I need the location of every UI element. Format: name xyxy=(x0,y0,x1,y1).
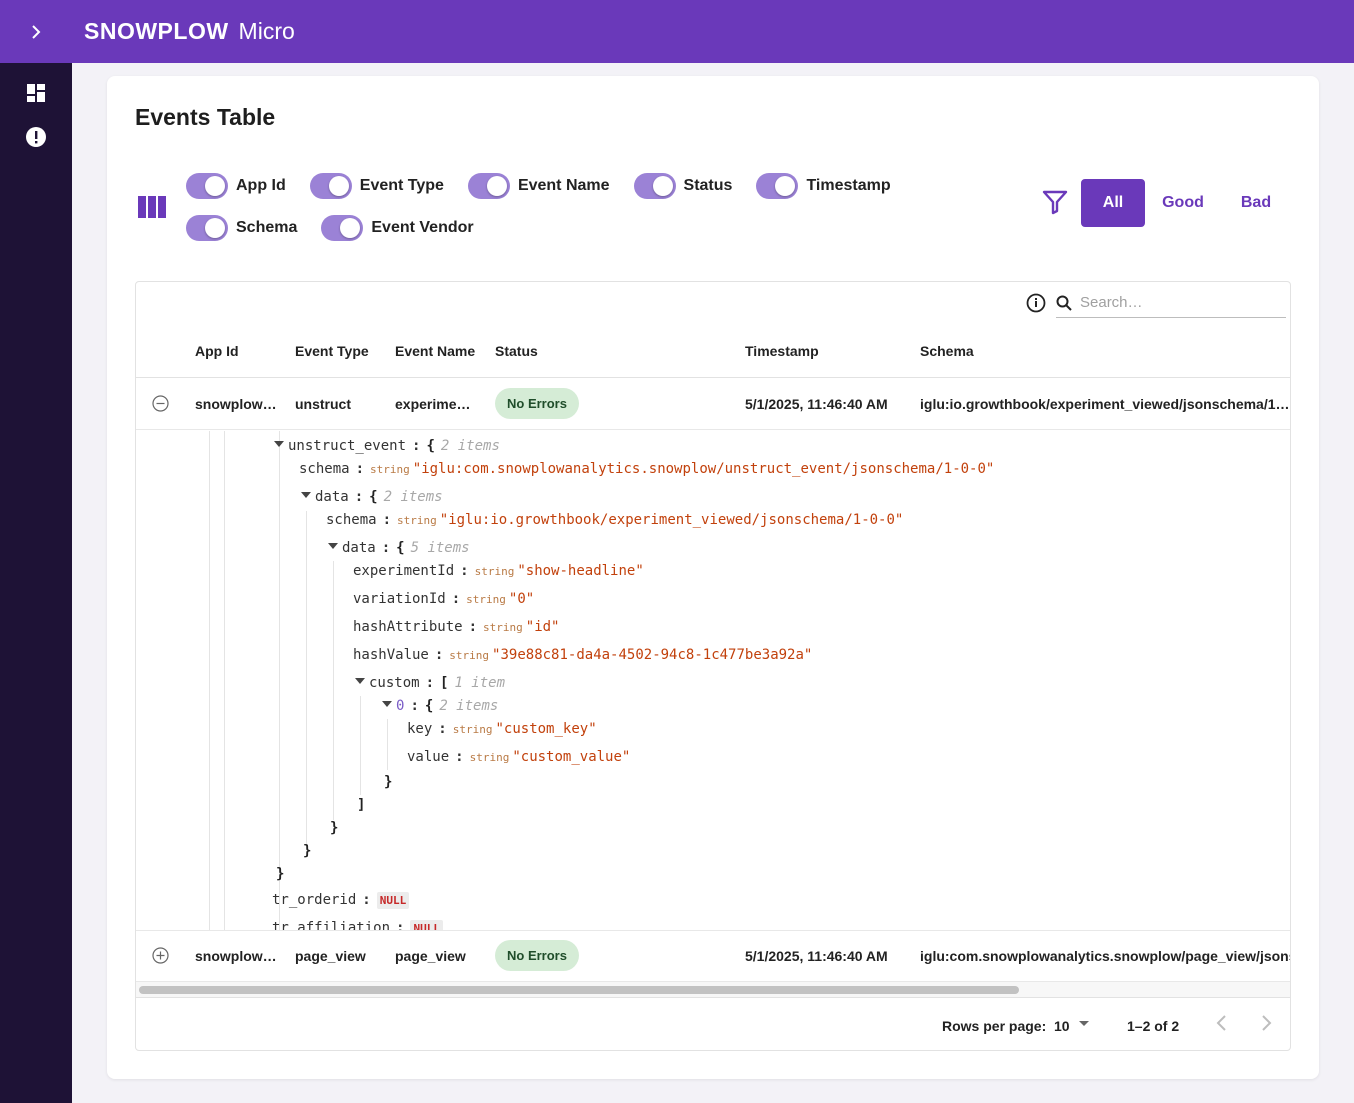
json-line-schema-outer: schema: string "iglu:com.snowplowanalytics… xyxy=(299,461,995,477)
cell-event-name: experimen… xyxy=(395,396,479,412)
info-button[interactable] xyxy=(1026,293,1046,318)
header-event-name[interactable]: Event Name xyxy=(395,343,475,359)
toggle-timestamp[interactable]: Timestamp xyxy=(756,173,891,199)
brand-logo: SNOWPLOW Micro xyxy=(84,18,295,45)
header-status[interactable]: Status xyxy=(495,343,538,359)
search-box xyxy=(1056,288,1286,318)
toggle-event-vendor[interactable]: Event Vendor xyxy=(321,215,474,241)
toggle-status[interactable]: Status xyxy=(633,173,732,199)
cell-event-type: page_view xyxy=(295,948,366,964)
header-timestamp[interactable]: Timestamp xyxy=(745,343,819,359)
json-line-hash-attribute: hashAttribute: string "id" xyxy=(353,619,560,635)
expand-row-button[interactable] xyxy=(152,947,169,967)
dashboard-icon xyxy=(27,84,45,102)
table-row[interactable]: snowplow-… page_view page_view No Errors… xyxy=(136,930,1291,982)
next-page-icon[interactable] xyxy=(1258,1014,1274,1032)
minus-circle-icon xyxy=(152,395,169,412)
json-line-variation-id: variationId: string "0" xyxy=(353,591,535,607)
search-input[interactable] xyxy=(1080,294,1270,311)
json-node-custom[interactable]: custom:[1 item xyxy=(355,675,505,691)
toggle-event-type[interactable]: Event Type xyxy=(309,173,444,199)
json-close-brace: } xyxy=(276,866,285,882)
filter-bad-button[interactable]: Bad xyxy=(1225,179,1287,227)
column-toggles-row-1: App Id Event Type Event Name Status Time… xyxy=(186,173,915,199)
json-line-key: key: string "custom_key" xyxy=(407,721,597,737)
column-toggles-row-2: Schema Event Vendor xyxy=(186,215,498,241)
plus-circle-icon xyxy=(152,947,169,964)
header-app-id[interactable]: App Id xyxy=(195,343,239,359)
brand-name: SNOWPLOW xyxy=(84,18,229,44)
error-icon xyxy=(26,127,46,147)
filter-all-button[interactable]: All xyxy=(1081,179,1145,227)
collapse-caret-icon[interactable] xyxy=(274,441,284,447)
table-row[interactable]: snowplow-… unstruct experimen… No Errors… xyxy=(136,378,1290,430)
sidebar-item-dashboard[interactable] xyxy=(0,71,72,115)
json-node-unstruct-event[interactable]: unstruct_event:{2 items xyxy=(274,438,500,454)
cell-app-id: snowplow-… xyxy=(195,948,279,964)
cell-schema: iglu:com.snowplowanalytics.snowplow/page… xyxy=(920,948,1291,964)
caret-down-icon[interactable] xyxy=(1078,1020,1090,1028)
pagination-footer: Rows per page: 10 1–2 of 2 xyxy=(136,998,1290,1050)
cell-schema: iglu:io.growthbook/experiment_viewed/jso… xyxy=(920,396,1290,412)
status-badge: No Errors xyxy=(495,388,579,419)
toggle-event-name[interactable]: Event Name xyxy=(467,173,610,199)
filter-good-button[interactable]: Good xyxy=(1151,179,1215,227)
json-line-tr-orderid: tr_orderid: NULL xyxy=(272,892,410,909)
json-line-hash-value: hashValue: string "39e88c81-da4a-4502-94c8… xyxy=(353,647,813,663)
table-header: App Id Event Type Event Name Status Time… xyxy=(136,324,1290,378)
header-schema[interactable]: Schema xyxy=(920,343,974,359)
rows-per-page-label: Rows per page: xyxy=(942,1018,1047,1034)
rows-per-page-select[interactable]: 10 xyxy=(1054,1018,1070,1034)
search-icon xyxy=(1056,295,1072,311)
json-close-bracket: ] xyxy=(357,797,366,813)
top-app-bar: SNOWPLOW Micro xyxy=(0,0,1354,63)
json-line-schema-inner: schema: string "iglu:io.growthbook/experim… xyxy=(326,512,904,528)
brand-product: Micro xyxy=(238,18,295,44)
collapse-caret-icon[interactable] xyxy=(328,543,338,549)
filter-button[interactable] xyxy=(1042,189,1068,220)
cell-timestamp: 5/1/2025, 11:46:40 AM xyxy=(745,948,888,964)
header-event-type[interactable]: Event Type xyxy=(295,343,369,359)
json-node-index-0[interactable]: 0:{2 items xyxy=(382,698,498,714)
view-column-icon xyxy=(138,196,166,218)
status-badge: No Errors xyxy=(495,940,579,971)
page-title: Events Table xyxy=(135,104,276,130)
collapse-caret-icon[interactable] xyxy=(355,678,365,684)
cell-event-name: page_view xyxy=(395,948,466,964)
json-close-brace: } xyxy=(303,843,312,859)
toggle-app-id[interactable]: App Id xyxy=(186,173,286,199)
json-line-value: value: string "custom_value" xyxy=(407,749,631,765)
cell-app-id: snowplow-… xyxy=(195,396,279,412)
json-close-brace: } xyxy=(330,820,339,836)
horizontal-scrollbar[interactable] xyxy=(139,986,1019,994)
events-card: Events Table App Id Event Type Event Nam… xyxy=(107,76,1319,1079)
json-close-brace: } xyxy=(384,774,393,790)
event-json-viewer: unstruct_event:{2 items schema: string "ig… xyxy=(136,431,1290,931)
cell-timestamp: 5/1/2025, 11:46:40 AM xyxy=(745,396,888,412)
collapse-caret-icon[interactable] xyxy=(301,492,311,498)
columns-selector-button[interactable] xyxy=(138,196,166,223)
json-node-data-inner[interactable]: data:{5 items xyxy=(328,540,470,556)
chevron-right-icon xyxy=(32,24,41,39)
sidebar-item-errors[interactable] xyxy=(0,115,72,159)
side-navigation xyxy=(0,63,72,1103)
filter-icon xyxy=(1042,190,1068,215)
collapse-caret-icon[interactable] xyxy=(382,701,392,707)
toggle-schema[interactable]: Schema xyxy=(186,215,297,241)
pagination-range: 1–2 of 2 xyxy=(1127,1018,1180,1034)
json-line-experiment-id: experimentId: string "show-headline" xyxy=(353,563,644,579)
prev-page-icon[interactable] xyxy=(1214,1014,1230,1032)
collapse-row-button[interactable] xyxy=(152,395,169,415)
sidebar-toggle-button[interactable] xyxy=(0,0,72,63)
json-node-data[interactable]: data:{2 items xyxy=(301,489,443,505)
events-table: App Id Event Type Event Name Status Time… xyxy=(135,281,1291,1051)
info-icon xyxy=(1026,293,1046,313)
cell-event-type: unstruct xyxy=(295,396,351,412)
